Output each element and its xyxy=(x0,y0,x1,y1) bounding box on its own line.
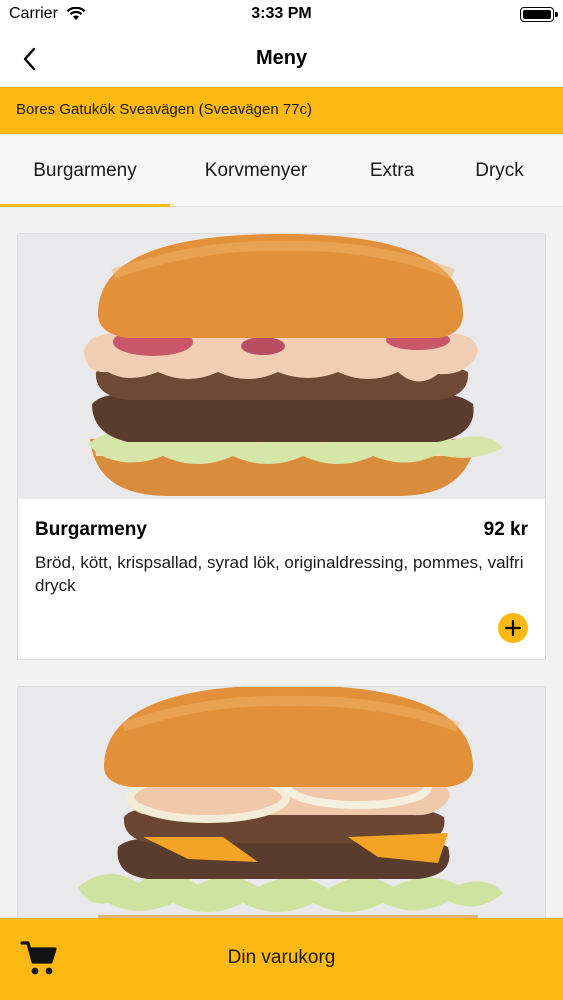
burger-image xyxy=(18,234,545,499)
store-banner: Bores Gatukök Sveavägen (Sveavägen 77c) xyxy=(0,87,563,134)
status-time: 3:33 PM xyxy=(251,5,312,22)
menu-item-title: Burgarmeny xyxy=(35,519,147,540)
menu-item-price: 92 kr xyxy=(483,519,528,540)
page-title: Meny xyxy=(255,47,308,69)
menu-item-card[interactable] xyxy=(17,686,546,920)
cart-label: Din varukorg xyxy=(227,947,336,968)
status-bar: Carrier 3:33 PM xyxy=(0,0,563,30)
menu-list[interactable]: Burgarmeny 92 kr Bröd, kött, krispsallad… xyxy=(0,208,563,920)
store-name: Bores Gatukök Sveavägen (Sveavägen 77c) xyxy=(16,101,313,118)
tab-extra[interactable]: Extra xyxy=(342,134,442,207)
tab-label: Dryck xyxy=(475,159,524,181)
menu-item-description: Bröd, kött, krispsallad, syrad lök, orig… xyxy=(35,553,524,595)
menu-item-body: Burgarmeny 92 kr Bröd, kött, krispsallad… xyxy=(18,499,545,659)
cart-bar[interactable]: Din varukorg xyxy=(0,918,563,1000)
burger-image xyxy=(18,687,545,920)
battery-icon xyxy=(520,7,558,22)
tab-selected-indicator xyxy=(0,204,170,207)
category-tabs: Burgarmeny Korvmenyer Extra Dryck xyxy=(0,134,563,207)
tab-label: Burgarmeny xyxy=(33,159,137,181)
plus-icon xyxy=(505,620,521,636)
tab-burgarmeny[interactable]: Burgarmeny xyxy=(0,134,170,207)
tab-korvmenyer[interactable]: Korvmenyer xyxy=(170,134,342,207)
tab-dryck[interactable]: Dryck xyxy=(442,134,557,207)
menu-item-card[interactable]: Burgarmeny 92 kr Bröd, kött, krispsallad… xyxy=(17,233,546,660)
nav-bar: Meny xyxy=(0,30,563,87)
add-to-cart-button[interactable] xyxy=(498,613,528,643)
tab-label: Korvmenyer xyxy=(204,159,308,181)
tab-label: Extra xyxy=(369,159,415,181)
